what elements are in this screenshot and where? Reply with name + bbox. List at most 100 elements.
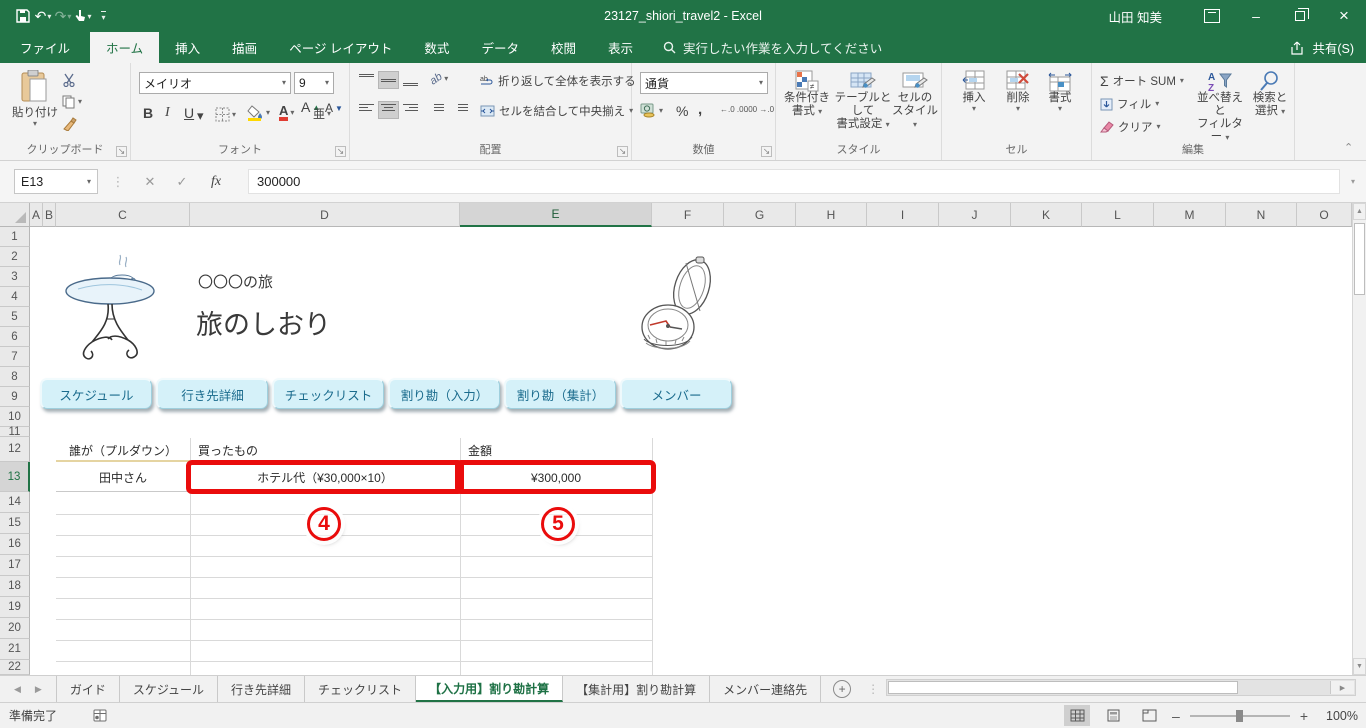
nav-button-3[interactable]: チェックリスト (272, 378, 384, 409)
tab-splitter[interactable]: ⋮ (867, 676, 879, 702)
redo-button[interactable]: ↷ ▾ (54, 4, 72, 28)
format-cells-button[interactable]: 書式 ▾ (1042, 70, 1078, 113)
fill-dropdown[interactable]: ▾ (1155, 100, 1159, 108)
format-painter-button[interactable] (62, 117, 77, 131)
row-header-15[interactable]: 15 (0, 513, 30, 534)
autosum-button[interactable]: Σ オート SUM ▾ (1100, 73, 1184, 89)
format-as-table-button[interactable]: テーブルとして 書式設定 ▾ (834, 70, 892, 131)
scroll-up-button[interactable]: ▲ (1353, 203, 1366, 220)
collapse-ribbon-button[interactable]: ⌃ (1344, 141, 1353, 154)
sheet-scroll-right-button[interactable]: ▶ (35, 684, 42, 695)
column-header-c[interactable]: C (56, 203, 190, 227)
row-header-7[interactable]: 7 (0, 347, 30, 367)
row-header-21[interactable]: 21 (0, 639, 30, 660)
underline-dropdown[interactable]: ▾ (197, 109, 204, 122)
align-right-button[interactable] (400, 101, 421, 119)
column-header-b[interactable]: B (43, 203, 56, 227)
row-header-11[interactable]: 11 (0, 426, 30, 438)
number-format-dropdown[interactable]: ▾ (759, 79, 763, 87)
number-format-combo[interactable]: 通貨 ▾ (640, 72, 768, 94)
tab-data[interactable]: データ (465, 32, 535, 63)
tab-file[interactable]: ファイル (0, 32, 91, 63)
customize-qat-button[interactable]: ▾ (94, 4, 112, 28)
insert-cells-button[interactable]: 挿入 ▾ (956, 70, 992, 113)
row-header-17[interactable]: 17 (0, 555, 30, 576)
format-cells-dropdown[interactable]: ▾ (1058, 105, 1062, 113)
nav-button-4[interactable]: 割り勘（入力） (388, 378, 500, 409)
insert-function-button[interactable]: fx (202, 169, 230, 194)
conditional-formatting-button[interactable]: ≠ 条件付き 書式 ▾ (780, 70, 834, 118)
page-layout-view-button[interactable] (1100, 705, 1126, 726)
zoom-in-button[interactable]: + (1300, 708, 1308, 724)
sheet-tab-6[interactable]: 【集計用】割り勘計算 (563, 676, 711, 702)
nav-button-5[interactable]: 割り勘（集計） (504, 378, 616, 409)
namebox-splitter[interactable]: ⋮ (104, 169, 132, 194)
tab-page-layout[interactable]: ページ レイアウト (273, 32, 408, 63)
restore-button[interactable] (1278, 0, 1322, 32)
format-as-table-dropdown[interactable]: ▾ (886, 120, 890, 129)
insert-cells-dropdown[interactable]: ▾ (972, 105, 976, 113)
font-color-dropdown[interactable]: ▾ (290, 109, 294, 117)
row-header-20[interactable]: 20 (0, 618, 30, 639)
column-header-m[interactable]: M (1154, 203, 1226, 227)
bold-button[interactable]: B (143, 105, 153, 121)
find-select-button[interactable]: 検索と 選択 ▾ (1248, 70, 1292, 118)
row-header-3[interactable]: 3 (0, 267, 30, 287)
font-name-combo[interactable]: メイリオ ▾ (139, 72, 291, 94)
row-header-14[interactable]: 14 (0, 492, 30, 513)
accounting-format-button[interactable]: ▾ (640, 103, 663, 118)
row-header-18[interactable]: 18 (0, 576, 30, 597)
row-header-12[interactable]: 12 (0, 437, 30, 462)
column-header-n[interactable]: N (1226, 203, 1297, 227)
normal-view-button[interactable] (1064, 705, 1091, 726)
align-center-button[interactable] (378, 101, 399, 119)
vertical-scroll-thumb[interactable] (1354, 223, 1365, 295)
row-header-1[interactable]: 1 (0, 227, 30, 247)
find-select-dropdown[interactable]: ▾ (1281, 107, 1285, 116)
expand-formula-bar-button[interactable]: ▾ (1342, 169, 1364, 194)
font-dialog-launcher[interactable]: ↘ (335, 146, 346, 157)
column-header-a[interactable]: A (30, 203, 43, 227)
undo-dropdown[interactable]: ▾ (47, 12, 51, 21)
confirm-entry-button[interactable]: ✓ (168, 169, 196, 194)
row-header-6[interactable]: 6 (0, 327, 30, 347)
fill-color-dropdown[interactable]: ▾ (266, 109, 270, 117)
sheet-tab-3[interactable]: 行き先詳細 (218, 676, 306, 702)
column-header-f[interactable]: F (652, 203, 724, 227)
sheet-tab-7[interactable]: メンバー連絡先 (710, 676, 822, 702)
comma-style-button[interactable]: , (698, 101, 702, 118)
tab-formulas[interactable]: 数式 (408, 32, 465, 63)
tab-home[interactable]: ホーム (90, 32, 160, 63)
zoom-slider-thumb[interactable] (1235, 709, 1243, 722)
borders-button[interactable]: ▾ (215, 107, 236, 122)
worksheet-area[interactable]: 〇〇〇の旅 旅のしおり スケジュール 行き先詳細 チェックリスト 割り勘（入力） 割り勘… (30, 227, 1352, 675)
column-header-i[interactable]: I (867, 203, 939, 227)
cancel-entry-button[interactable]: ✕ (136, 169, 164, 194)
page-break-preview-button[interactable] (1136, 705, 1162, 726)
column-header-d[interactable]: D (190, 203, 460, 227)
decrease-decimal-button[interactable]: .00 →.0 (746, 105, 774, 114)
cut-button[interactable] (62, 73, 77, 87)
row-header-22[interactable]: 22 (0, 660, 30, 675)
alignment-dialog-launcher[interactable]: ↘ (617, 146, 628, 157)
sheet-tab-2[interactable]: スケジュール (120, 676, 219, 702)
macro-record-button[interactable] (93, 709, 107, 722)
percent-style-button[interactable]: % (676, 103, 688, 119)
underline-button[interactable]: U (184, 105, 194, 121)
row-header-19[interactable]: 19 (0, 597, 30, 618)
align-middle-button[interactable] (378, 71, 399, 89)
row-header-10[interactable]: 10 (0, 407, 30, 427)
sheet-tab-1[interactable]: ガイド (55, 676, 120, 702)
cell-styles-dropdown[interactable]: ▾ (913, 120, 917, 129)
nav-button-1[interactable]: スケジュール (40, 378, 152, 409)
new-sheet-button[interactable]: + (833, 680, 852, 698)
conditional-formatting-dropdown[interactable]: ▾ (818, 107, 822, 116)
cell-c13[interactable]: 田中さん (56, 463, 190, 492)
column-header-k[interactable]: K (1011, 203, 1082, 227)
accounting-format-dropdown[interactable]: ▾ (659, 106, 663, 115)
undo-button[interactable]: ↶ ▾ (34, 4, 52, 28)
zoom-level[interactable]: 100% (1318, 709, 1358, 723)
copy-button[interactable]: ▾ (62, 95, 82, 109)
column-header-h[interactable]: H (796, 203, 867, 227)
font-size-combo[interactable]: 9 ▾ (294, 72, 334, 94)
